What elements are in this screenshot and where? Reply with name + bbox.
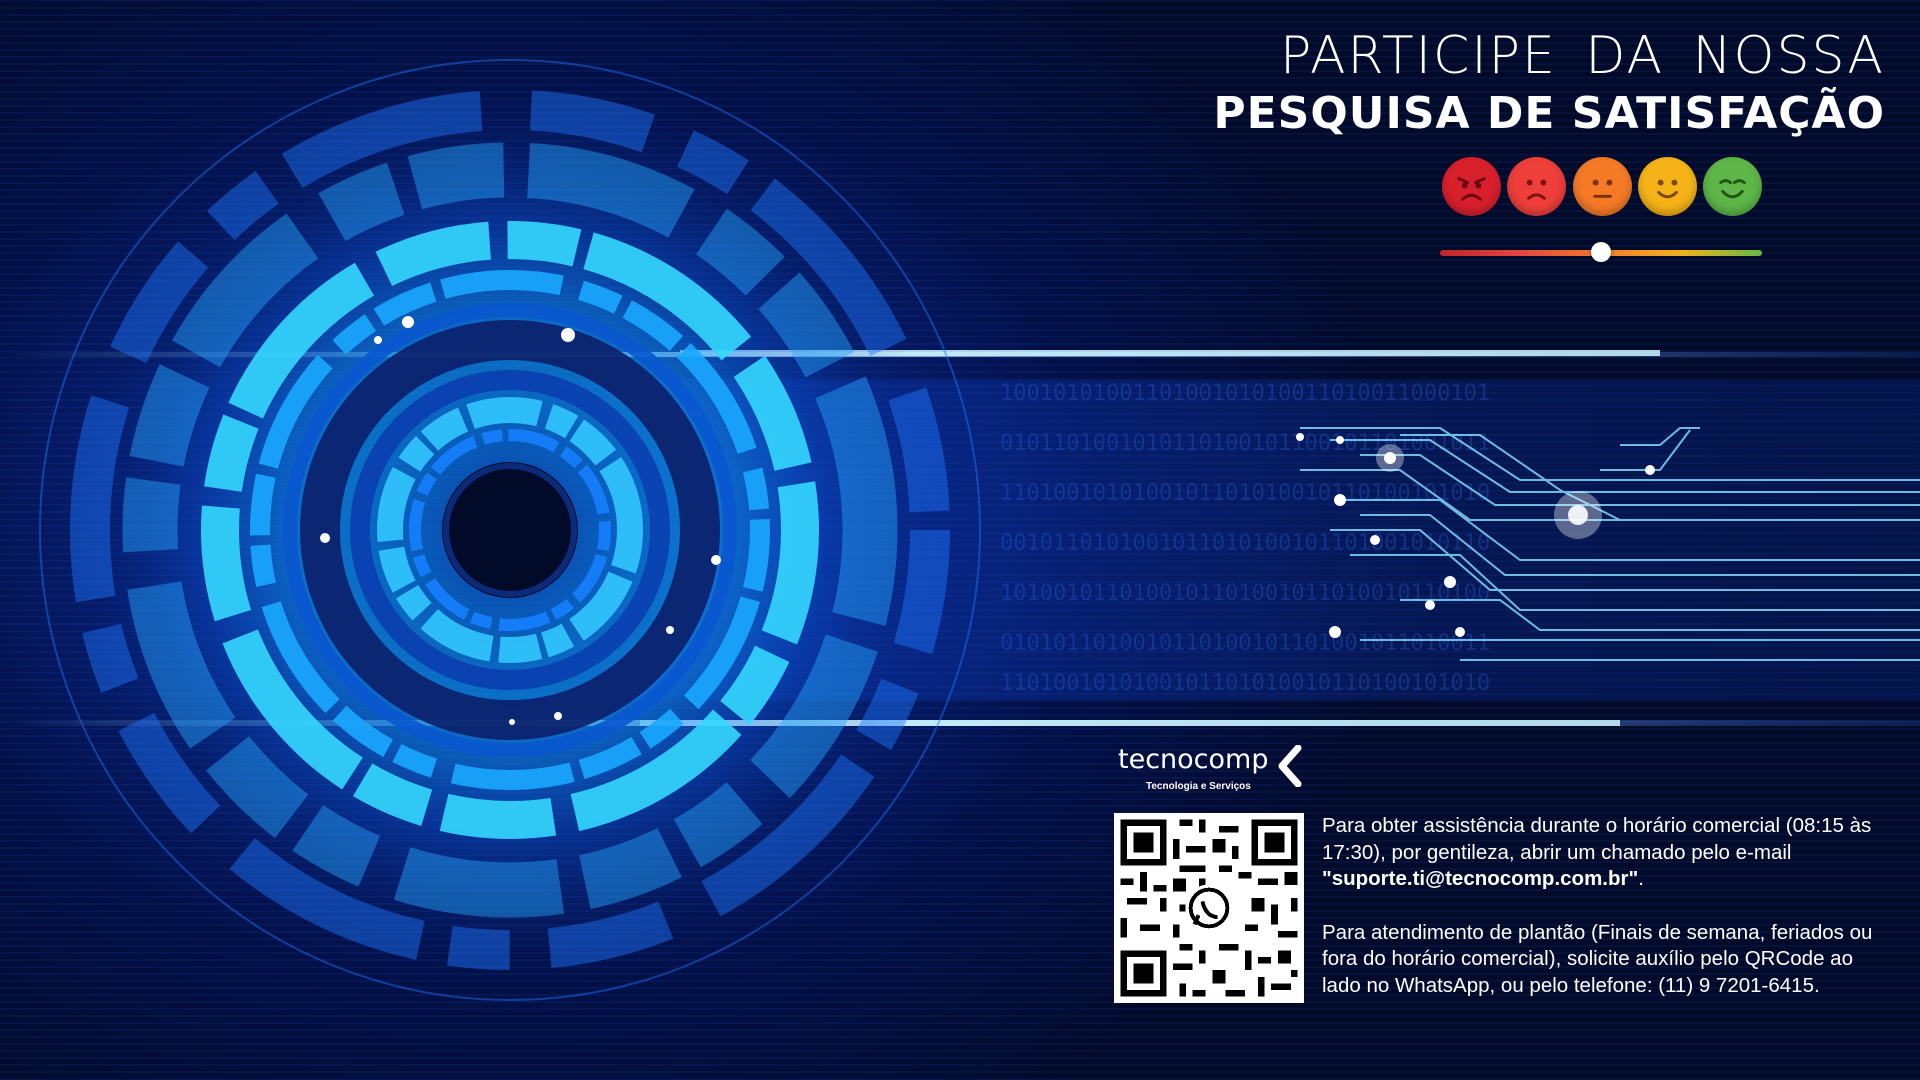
rating-dissatisfied-button[interactable] (1507, 157, 1567, 216)
support-email[interactable]: "suporte.ti@tecnocomp.com.br" (1322, 867, 1638, 890)
qr-code-icon (1114, 813, 1304, 1003)
whatsapp-qr-code[interactable] (1114, 813, 1304, 1003)
headline-line-1: PARTICIPE DA NOSSA (1279, 26, 1885, 86)
satisfaction-slider-thumb[interactable] (1591, 242, 1611, 262)
chevron-left-icon (1278, 745, 1302, 787)
logo-wordmark: tecnocomp (1118, 744, 1269, 775)
rating-satisfied-button[interactable] (1637, 157, 1697, 216)
happy-face-icon (1719, 179, 1746, 199)
tecnocomp-logo: tecnocomp Tecnologia e Serviços (1118, 745, 1308, 793)
survey-headline: PARTICIPE DA NOSSA PESQUISA DE SATISFAÇÃ… (1185, 26, 1885, 142)
svg-text:110100101010010110101001011010: 1101001010100101101010010110100101010 (1000, 481, 1490, 506)
business-hours-text: Para obter assistência durante o horário… (1322, 814, 1872, 864)
headline-line-2: PESQUISA DE SATISFAÇÃO (1213, 88, 1885, 139)
svg-text:110100101010010110101001011010: 1101001010100101101010010110100101010 (1000, 671, 1490, 696)
rating-neutral-button[interactable] (1572, 157, 1632, 216)
rating-very-satisfied-button[interactable] (1703, 157, 1762, 216)
support-info: Para obter assistência durante o horário… (1322, 813, 1897, 1026)
on-call-paragraph: Para atendimento de plantão (Finais de s… (1322, 920, 1873, 997)
svg-text:101001011010010110100101101001: 1010010110100101101001011010010110100 (1000, 581, 1490, 606)
smile-face-icon (1656, 179, 1678, 199)
svg-text:010101101001011010010110100101: 0101011010010110100101101001011010011 (1000, 631, 1490, 656)
banner: 1001010100110100101010011010011000101 01… (0, 0, 1920, 1080)
logo-tagline: Tecnologia e Serviços (1146, 781, 1251, 792)
satisfaction-rating (1442, 157, 1762, 217)
svg-text:001011010100101101010010110100: 0010110101001011010100101101001010110 (1000, 531, 1490, 556)
neutral-face-icon (1592, 179, 1612, 198)
rating-very-dissatisfied-button[interactable] (1442, 157, 1501, 216)
svg-text:100101010011010010101001101001: 1001010100110100101010011010011000101 (1000, 381, 1490, 406)
business-hours-end: . (1638, 867, 1644, 890)
business-hours-paragraph: Para obter assistência durante o horário… (1322, 813, 1897, 893)
angry-face-icon (1457, 177, 1486, 201)
sad-face-icon (1526, 179, 1547, 200)
